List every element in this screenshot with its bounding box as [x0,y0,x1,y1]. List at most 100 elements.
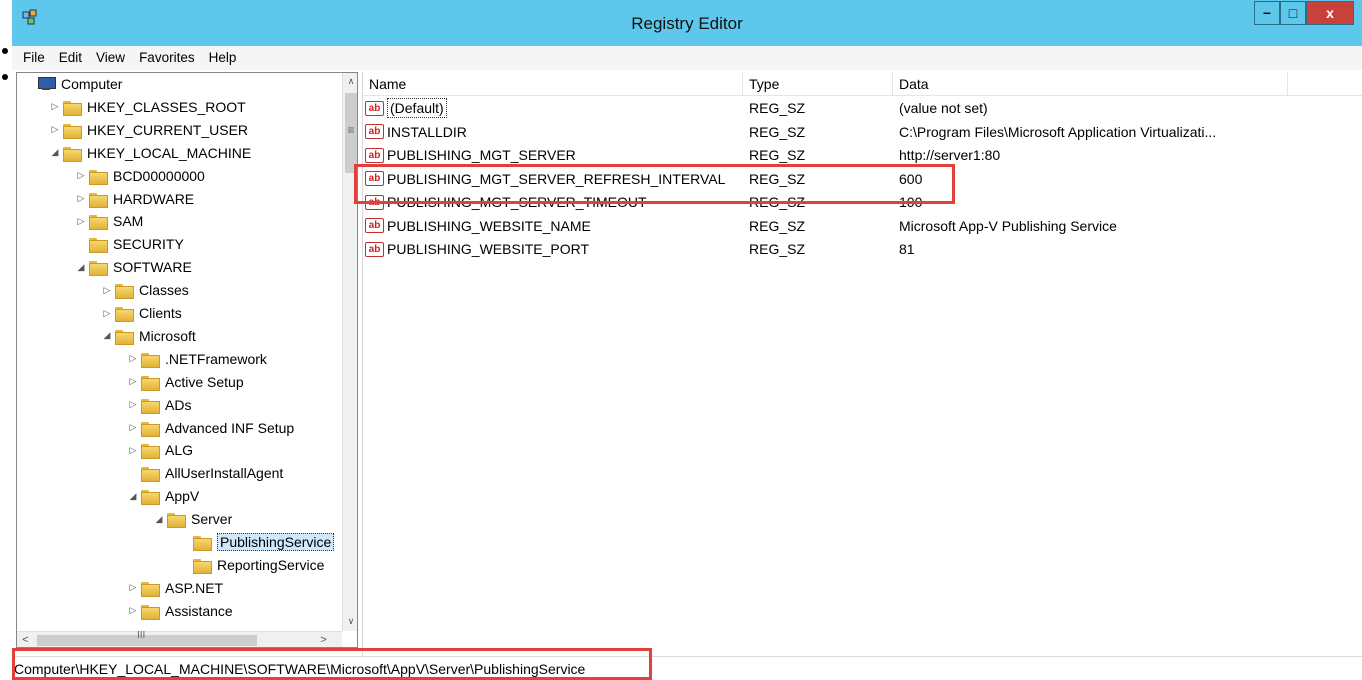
menu-view[interactable]: View [89,46,132,70]
expand-arrow-icon[interactable]: ◢ [127,491,139,502]
tree-item[interactable]: ▷ Clients [101,302,182,324]
tree-item[interactable]: ▷ SAM [75,210,143,232]
menu-edit[interactable]: Edit [52,46,89,70]
tree-item[interactable]: ▷ ASP.NET [127,577,223,599]
folder-icon [141,443,160,460]
tree-item[interactable]: ▷ Assistance [127,600,233,622]
tree-item[interactable]: AllUserInstallAgent [127,462,283,484]
value-name: INSTALLDIR [387,123,467,140]
expand-arrow-icon[interactable]: ◢ [101,330,113,341]
tree-item-label: HKEY_CURRENT_USER [87,121,249,138]
maximize-button[interactable]: □ [1280,1,1306,25]
scroll-thumb-horizontal[interactable] [37,635,257,646]
tree-item[interactable]: ▷ Advanced INF Setup [127,417,294,439]
expand-arrow-icon[interactable]: ◢ [49,147,61,158]
tree-item[interactable]: PublishingService [179,531,335,553]
value-name: PUBLISHING_WEBSITE_PORT [387,241,590,257]
value-type: REG_SZ [749,123,806,140]
list-header: Name Type Data [363,72,1362,96]
registry-tree: Computer ▷ HKEY_CLASSES_ROOT ▷ HKEY_CURRENT_… [17,73,342,631]
scroll-right-icon[interactable]: > [315,632,332,647]
value-row[interactable]: ab (Default) REG_SZ (value not set) [363,96,1362,120]
expand-arrow-icon[interactable]: ▷ [127,605,139,616]
tree-item[interactable]: ▷ Active Setup [127,371,244,393]
tree-item[interactable]: ▷ HARDWARE [75,188,194,210]
tree-item-label: ASP.NET [165,579,224,596]
bullet-mark [2,48,8,54]
tree-item[interactable]: ▷ HKEY_CLASSES_ROOT [49,96,246,118]
tree-item[interactable]: ReportingService [179,554,324,576]
tree-item[interactable]: ◢ Server [153,508,232,530]
scroll-down-icon[interactable]: ∨ [343,613,357,630]
value-row[interactable]: ab INSTALLDIR REG_SZ C:\Program Files\Micro… [363,120,1362,144]
tree-item[interactable]: ◢ Microsoft [101,325,196,347]
scroll-left-icon[interactable]: < [17,632,34,647]
folder-icon [141,375,160,391]
string-value-icon: ab [365,100,384,116]
column-header-name[interactable]: Name [363,72,743,96]
folder-icon [141,421,160,437]
close-button[interactable]: x [1306,1,1354,25]
tree-item[interactable]: ◢ SOFTWARE [75,256,192,278]
expand-arrow-icon[interactable]: ▷ [127,422,139,433]
expand-arrow-icon[interactable]: ▷ [127,399,139,410]
folder-icon [89,237,108,254]
tree-item-label: BCD00000000 [113,167,205,184]
minimize-button[interactable]: − [1254,1,1280,25]
column-header-data[interactable]: Data [893,72,1288,96]
menu-file[interactable]: File [16,46,52,70]
expand-arrow-icon[interactable]: ▷ [127,445,139,456]
expand-arrow-icon[interactable]: ▷ [101,285,113,296]
expand-arrow-icon[interactable]: ▷ [75,170,87,181]
folder-icon [63,146,82,162]
expand-arrow-icon[interactable]: ▷ [127,582,139,593]
expand-arrow-icon[interactable]: ◢ [75,262,87,273]
tree-item[interactable]: SECURITY [75,233,184,255]
tree-item[interactable]: ◢ HKEY_LOCAL_MACHINE [49,142,251,164]
title-bar[interactable]: Registry Editor − □ x [12,0,1362,46]
expand-arrow-icon[interactable]: ▷ [127,353,139,364]
expand-arrow-icon[interactable]: ▷ [49,124,61,135]
scroll-grip-icon: ≡ [347,123,355,137]
expand-arrow-icon[interactable]: ▷ [75,193,87,204]
column-header-type[interactable]: Type [743,72,893,96]
folder-icon [115,329,134,345]
expand-arrow-icon[interactable]: ▷ [75,216,87,227]
scroll-up-icon[interactable]: ∧ [343,73,357,90]
menu-help[interactable]: Help [202,46,244,70]
expand-arrow-icon[interactable]: ◢ [153,514,165,525]
tree-vertical-scrollbar[interactable]: ∧ ≡ ∨ [342,73,357,631]
tree-item-label: HKEY_LOCAL_MACHINE [87,144,252,161]
value-name-cell: ab PUBLISHING_WEBSITE_PORT [365,237,741,261]
folder-icon [63,100,82,116]
menu-favorites[interactable]: Favorites [132,46,202,70]
expand-arrow-icon[interactable]: ▷ [101,308,113,319]
folder-icon [141,466,160,483]
expand-arrow-icon[interactable]: ▷ [49,101,61,112]
value-name-cell: ab (Default) [365,96,741,120]
value-data: C:\Program Files\Microsoft Application V… [899,123,1217,140]
value-row[interactable]: ab PUBLISHING_WEBSITE_NAME REG_SZ Microsoft… [363,214,1362,238]
window-title: Registry Editor [631,14,743,33]
tree-item[interactable]: ▷ ADs [127,394,191,416]
tree-item-label: HKEY_CLASSES_ROOT [87,98,246,115]
value-row[interactable]: ab PUBLISHING_WEBSITE_PORT REG_SZ 81 [363,237,1362,261]
string-value-icon: ab [365,124,384,139]
tree-item[interactable]: ▷ BCD00000000 [75,165,205,187]
tree-item[interactable]: ◢ AppV [127,485,199,507]
tree-item-label: HARDWARE [113,190,195,207]
tree-item-label: ADs [165,396,192,413]
expand-arrow-icon[interactable]: ▷ [127,376,139,387]
tree-item-label: Advanced INF Setup [165,419,295,436]
folder-icon [89,192,108,208]
value-type: REG_SZ [749,100,806,116]
tree-item[interactable]: ▷ .NETFramework [127,348,267,370]
folder-icon [141,489,160,506]
tree-item-label: Microsoft [139,327,196,344]
tree-item[interactable]: ▷ Classes [101,279,189,301]
tree-item[interactable]: ▷ ALG [127,439,193,461]
value-data: 81 [899,241,915,257]
tree-item[interactable]: ▷ HKEY_CURRENT_USER [49,119,248,141]
tree-item[interactable]: Computer [23,73,122,95]
tree-horizontal-scrollbar[interactable]: < III > [17,630,342,647]
